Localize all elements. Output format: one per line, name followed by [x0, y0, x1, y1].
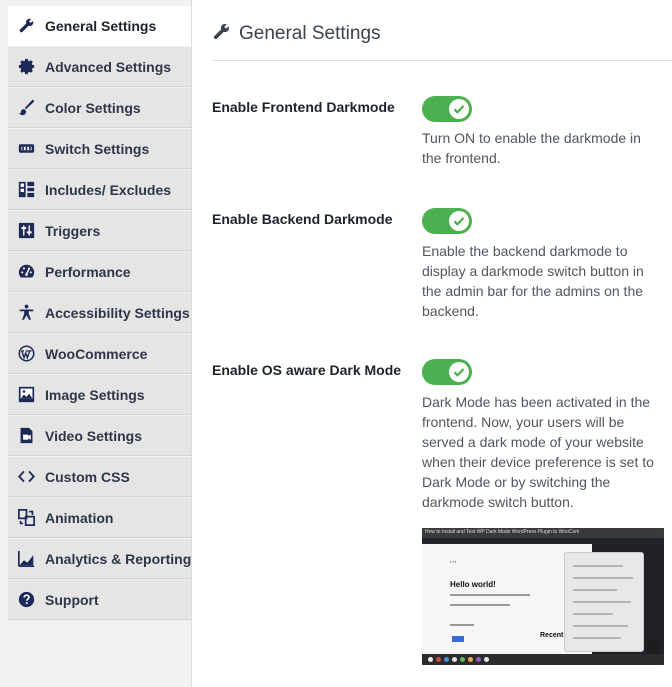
sidebar-item-support[interactable]: Support: [8, 580, 191, 620]
accessibility-icon: [18, 304, 35, 321]
sidebar-item-analytics-reporting[interactable]: Analytics & Reporting: [8, 539, 191, 579]
sidebar-item-includes-excludes[interactable]: Includes/ Excludes: [8, 170, 191, 210]
video-dock: [422, 654, 664, 665]
brush-icon: [18, 99, 35, 116]
sidebar-item-image-settings[interactable]: Image Settings: [8, 375, 191, 415]
check-icon: [449, 211, 469, 231]
layout-icon: [18, 181, 35, 198]
toggle-backend-darkmode[interactable]: [422, 208, 472, 234]
sidebar-item-label: General Settings: [45, 17, 157, 34]
check-icon: [449, 362, 469, 382]
sidebar-item-label: Advanced Settings: [45, 58, 172, 75]
header-divider: [212, 60, 672, 61]
video-title-bar: How to Install and Test WP Dark Mode Wor…: [422, 528, 664, 538]
sidebar-item-label: WooCommerce: [45, 345, 148, 362]
sidebar-item-label: Switch Settings: [45, 140, 150, 157]
sidebar-item-custom-css[interactable]: Custom CSS: [8, 457, 191, 497]
sidebar-item-general-settings[interactable]: General Settings: [8, 6, 191, 46]
sidebar-item-label: Color Settings: [45, 99, 141, 116]
sidebar-item-label: Custom CSS: [45, 468, 130, 485]
sidebar-item-label: Animation: [45, 509, 114, 526]
chart-icon: [18, 550, 35, 567]
sidebar-item-triggers[interactable]: Triggers: [8, 211, 191, 251]
toggle-frontend-darkmode[interactable]: [422, 96, 472, 122]
setting-label-frontend-darkmode: Enable Frontend Darkmode: [212, 99, 395, 115]
sidebar-item-label: Triggers: [45, 222, 101, 239]
setting-description-os-aware-dark-mode: Dark Mode has been activated in the fron…: [422, 394, 654, 510]
sidebar-item-switch-settings[interactable]: Switch Settings: [8, 129, 191, 169]
gear-icon: [18, 58, 35, 75]
sidebar-item-label: Support: [45, 591, 99, 608]
setting-description-backend-darkmode: Enable the backend darkmode to display a…: [422, 243, 644, 319]
sidebar-item-accessibility-settings[interactable]: Accessibility Settings: [8, 293, 191, 333]
sidebar-item-label: Video Settings: [45, 427, 142, 444]
sidebar-item-label: Accessibility Settings: [45, 304, 190, 321]
sliders-icon: [18, 222, 35, 239]
settings-panel: General Settings Enable Frontend Darkmod…: [192, 0, 672, 687]
play-icon[interactable]: [646, 640, 660, 654]
sidebar-item-advanced-settings[interactable]: Advanced Settings: [8, 47, 191, 87]
code-icon: [18, 468, 35, 485]
wrench-icon: [212, 22, 231, 46]
page-title: General Settings: [239, 23, 381, 44]
video-recent-heading: Recent: [540, 632, 564, 639]
sidebar-item-label: Image Settings: [45, 386, 145, 403]
sidebar-item-label: Includes/ Excludes: [45, 181, 172, 198]
setting-label-os-aware-dark-mode: Enable OS aware Dark Mode: [212, 362, 402, 378]
check-icon: [449, 99, 469, 119]
sidebar-item-color-settings[interactable]: Color Settings: [8, 88, 191, 128]
toggle-os-aware-dark-mode[interactable]: [422, 359, 472, 385]
sidebar-item-label: Analytics & Reporting: [45, 550, 192, 567]
switch-icon: [18, 140, 35, 157]
video-preview[interactable]: How to Install and Test WP Dark Mode Wor…: [422, 528, 664, 665]
sidebar-item-label: Performance: [45, 263, 131, 280]
video-heading: Hello world!: [450, 580, 496, 589]
setting-label-backend-darkmode: Enable Backend Darkmode: [212, 211, 393, 227]
animation-icon: [18, 509, 35, 526]
video-settings-panel: [564, 552, 644, 652]
sidebar-item-woocommerce[interactable]: WooCommerce: [8, 334, 191, 374]
setting-description-frontend-darkmode: Turn ON to enable the darkmode in the fr…: [422, 130, 641, 166]
sidebar-item-video-settings[interactable]: Video Settings: [8, 416, 191, 456]
speedometer-icon: [18, 263, 35, 280]
wordpress-icon: [18, 345, 35, 362]
settings-sidebar: General Settings Advanced Settings Color…: [0, 0, 192, 687]
help-icon: [18, 591, 35, 608]
image-icon: [18, 386, 35, 403]
panel-header: General Settings: [212, 22, 381, 46]
wrench-icon: [18, 17, 35, 34]
sidebar-item-performance[interactable]: Performance: [8, 252, 191, 292]
video-icon: [18, 427, 35, 444]
sidebar-item-animation[interactable]: Animation: [8, 498, 191, 538]
